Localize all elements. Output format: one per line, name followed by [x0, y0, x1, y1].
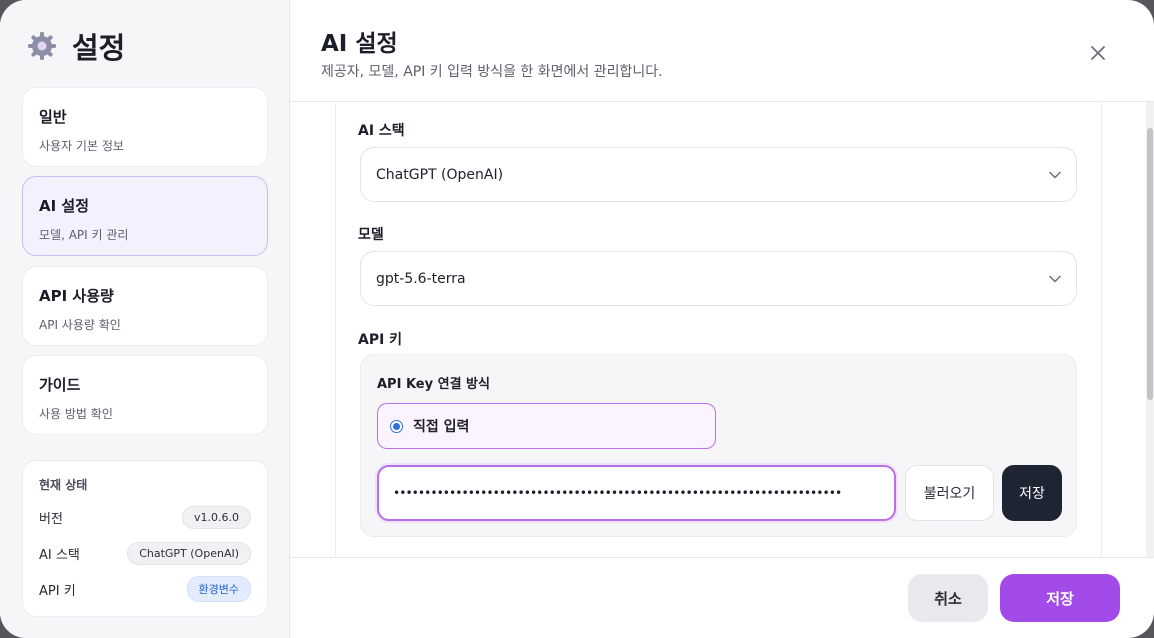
status-key: API 키 [39, 583, 76, 599]
sidebar-item-ai-settings[interactable]: AI 설정 모델, API 키 관리 [22, 176, 268, 256]
status-row-version: 버전 v1.0.6.0 [39, 499, 251, 535]
status-card: 현재 상태 버전 v1.0.6.0 AI 스택 ChatGPT (OpenAI)… [22, 460, 268, 617]
api-key-input[interactable] [377, 465, 896, 521]
status-key: 버전 [39, 511, 63, 527]
version-badge: v1.0.6.0 [182, 505, 251, 529]
save-key-button[interactable]: 저장 [1002, 465, 1062, 521]
sidebar-item-title: API 사용량 [39, 287, 114, 305]
sidebar-item-general[interactable]: 일반 사용자 기본 정보 [22, 87, 268, 167]
sidebar: 설정 일반 사용자 기본 정보 AI 설정 모델, API 키 관리 API 사… [0, 0, 290, 638]
sidebar-item-title: AI 설정 [39, 197, 90, 215]
status-heading: 현재 상태 [39, 478, 88, 492]
load-key-button[interactable]: 불러오기 [905, 465, 994, 521]
close-button[interactable] [1085, 40, 1111, 66]
model-select[interactable]: gpt-5.6-terra [360, 251, 1077, 306]
model-label: 모델 [358, 227, 384, 243]
radio-direct-input[interactable]: 직접 입력 [377, 403, 716, 449]
radio-direct-label: 직접 입력 [413, 419, 470, 435]
page-subtitle: 제공자, 모델, API 키 입력 방식을 한 화면에서 관리합니다. [321, 64, 663, 80]
ai-stack-selected: ChatGPT (OpenAI) [376, 166, 504, 183]
ai-stack-badge: ChatGPT (OpenAI) [127, 541, 251, 565]
sidebar-item-title: 가이드 [39, 376, 81, 394]
save-button[interactable]: 저장 [1000, 574, 1120, 622]
sidebar-item-subtitle: 모델, API 키 관리 [39, 228, 129, 242]
chevron-down-icon [1049, 171, 1061, 178]
sidebar-header: 설정 [26, 26, 125, 66]
radio-selected-icon [390, 419, 403, 433]
sidebar-title: 설정 [72, 31, 126, 65]
gear-icon [28, 32, 56, 60]
ai-stack-select[interactable]: ChatGPT (OpenAI) [360, 147, 1077, 202]
chevron-down-icon [1049, 275, 1061, 282]
sidebar-item-subtitle: 사용자 기본 정보 [39, 139, 124, 153]
close-icon [1091, 46, 1105, 60]
scrollbar-thumb[interactable] [1147, 128, 1153, 400]
status-row-api-key: API 키 환경변수 [39, 571, 251, 607]
sidebar-item-subtitle: 사용 방법 확인 [39, 407, 113, 421]
status-key: AI 스택 [39, 547, 80, 563]
settings-dialog: 설정 일반 사용자 기본 정보 AI 설정 모델, API 키 관리 API 사… [0, 0, 1154, 638]
connection-method-label: API Key 연결 방식 [377, 377, 490, 392]
sidebar-item-title: 일반 [39, 108, 67, 126]
ai-stack-label: AI 스택 [358, 123, 405, 139]
main-panel: AI 설정 제공자, 모델, API 키 입력 방식을 한 화면에서 관리합니다… [290, 0, 1154, 638]
api-key-source-badge: 환경변수 [186, 576, 251, 602]
sidebar-item-api-usage[interactable]: API 사용량 API 사용량 확인 [22, 266, 268, 346]
model-selected: gpt-5.6-terra [376, 270, 466, 287]
api-key-section: API Key 연결 방식 직접 입력 불러오기 저장 [360, 354, 1077, 537]
footer-divider [290, 557, 1154, 558]
page-title: AI 설정 [321, 31, 398, 57]
cancel-button[interactable]: 취소 [908, 574, 988, 622]
sidebar-item-subtitle: API 사용량 확인 [39, 318, 121, 332]
status-row-ai-stack: AI 스택 ChatGPT (OpenAI) [39, 535, 251, 571]
settings-scroll-area[interactable]: AI 스택 ChatGPT (OpenAI) 모델 gpt-5.6-terra … [290, 102, 1154, 557]
sidebar-item-guide[interactable]: 가이드 사용 방법 확인 [22, 355, 268, 435]
api-key-label: API 키 [358, 332, 403, 348]
